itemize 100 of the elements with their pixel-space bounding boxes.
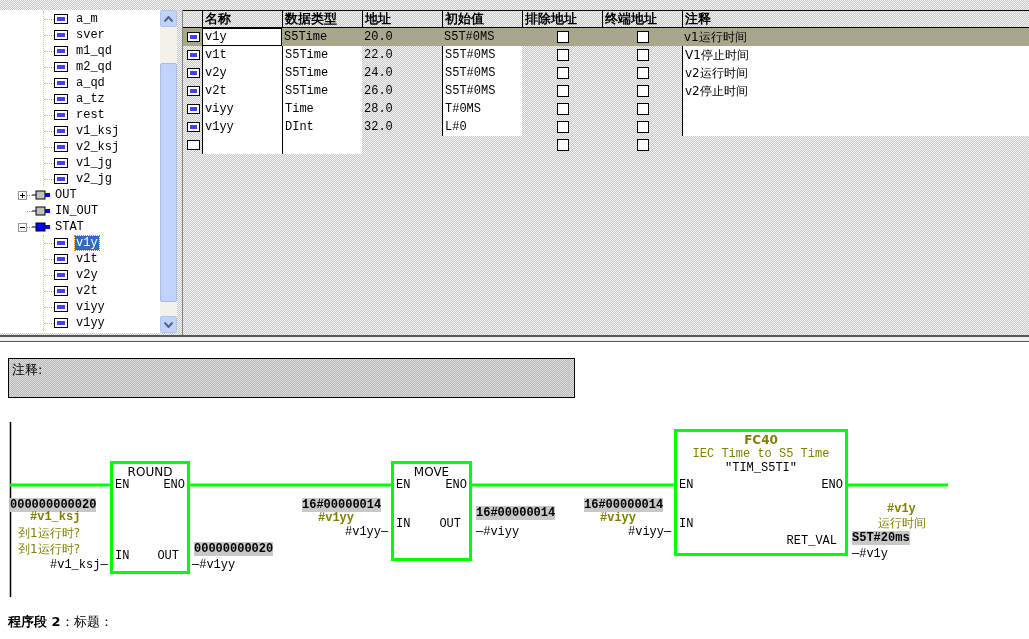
expander-icon[interactable]	[18, 222, 27, 232]
table-cell: S5Time	[285, 84, 329, 98]
tree-item[interactable]: v1t	[75, 252, 99, 266]
column-header[interactable]: 地址	[362, 11, 442, 27]
comment-box[interactable]: 注释:	[8, 358, 575, 398]
checkbox[interactable]	[557, 49, 569, 61]
checkbox[interactable]	[637, 49, 649, 61]
checkbox[interactable]	[637, 103, 649, 115]
checkbox[interactable]	[637, 31, 649, 43]
block-number: FC40	[744, 433, 778, 447]
checkbox[interactable]	[557, 139, 569, 151]
table-cell: v1运行时间	[684, 28, 747, 46]
table-row[interactable]: v1y S5Time 20.0 S5T#0MS v1运行时间	[183, 28, 1029, 46]
splitter[interactable]	[0, 335, 1029, 342]
checkbox[interactable]	[557, 31, 569, 43]
symbol-label: #viyy	[600, 511, 636, 525]
tree-item[interactable]: OUT	[54, 188, 78, 202]
tree-item[interactable]: m1_qd	[75, 44, 113, 58]
checkbox[interactable]	[637, 85, 649, 97]
scroll-thumb[interactable]	[160, 63, 177, 302]
pin-label: RET_VAL	[786, 534, 837, 548]
table-cell: Time	[285, 102, 314, 116]
pin-label: OUT	[439, 517, 461, 531]
tree-item[interactable]: a_m	[75, 12, 99, 26]
column-header[interactable]: 名称	[202, 11, 282, 27]
comment-label: 刭1运行时?	[18, 542, 80, 556]
value-label: 16#00000014	[476, 506, 556, 520]
pin-label: ENO	[445, 478, 467, 492]
tree-item[interactable]: v2t	[75, 284, 99, 298]
table-cell: 24.0	[364, 66, 393, 80]
tree-item[interactable]: v1y	[75, 236, 99, 250]
pin-label: ENO	[821, 478, 843, 492]
column-header[interactable]: 注释	[682, 11, 1029, 27]
pin-label: IN	[396, 517, 411, 531]
block-description: IEC Time to S5 Time	[692, 447, 830, 461]
pin-label: EN	[679, 478, 694, 492]
tree-item[interactable]: v2_ksj	[75, 140, 121, 154]
checkbox[interactable]	[637, 67, 649, 79]
checkbox[interactable]	[557, 67, 569, 79]
table-cell: DInt	[285, 120, 314, 134]
pin-label: IN	[115, 549, 130, 563]
function-block[interactable]: MOVE EN ENO IN OUT	[391, 461, 472, 561]
variable-icon	[54, 318, 68, 328]
variable-icon	[54, 238, 68, 248]
checkbox[interactable]	[557, 103, 569, 115]
tree-item[interactable]: v2_jg	[75, 172, 113, 186]
function-block[interactable]: FC40 IEC Time to S5 Time ″TIM_S5TI″ EN ENO IN RET_VAL	[674, 429, 848, 556]
variable-icon	[54, 126, 68, 136]
checkbox[interactable]	[637, 139, 649, 151]
tree-item[interactable]: STAT	[54, 220, 85, 234]
tree-item[interactable]: rest	[75, 108, 106, 122]
table-row[interactable]: v2y S5Time 24.0 S5T#0MS v2运行时间	[183, 64, 1029, 82]
tree-item[interactable]: IN_OUT	[54, 204, 100, 218]
operand-label: —#viyy	[476, 525, 520, 539]
column-header[interactable]: 排除地址	[522, 11, 602, 27]
variable-icon	[187, 86, 200, 96]
column-header[interactable]: 终端地址	[602, 11, 682, 27]
block-icon	[32, 206, 50, 216]
table-row[interactable]: v2t S5Time 26.0 S5T#0MS v2停止时间	[183, 82, 1029, 100]
network-title: 程序段 2：标题：	[8, 613, 113, 631]
tree-item[interactable]: a_qd	[75, 76, 106, 90]
table-cell: L#0	[445, 120, 467, 134]
table-cell: T#0MS	[445, 102, 481, 116]
checkbox[interactable]	[557, 121, 569, 133]
table-row[interactable]: viyy Time 28.0 T#0MS	[183, 100, 1029, 118]
tree-item[interactable]: viyy	[75, 300, 106, 314]
comment-label: 注释:	[12, 362, 43, 377]
checkbox[interactable]	[557, 85, 569, 97]
function-block[interactable]: ROUND EN ENO IN OUT	[110, 461, 190, 574]
comment-label: 刭1运行时?	[18, 526, 80, 540]
table-cell: S5Time	[284, 30, 328, 44]
tree-item[interactable]: v1yy	[75, 316, 106, 330]
table-row[interactable]: v1yy DInt 32.0 L#0	[183, 118, 1029, 136]
tree-item[interactable]: a_tz	[75, 92, 106, 106]
scroll-down-button[interactable]	[160, 316, 177, 333]
column-header[interactable]: 初始值	[442, 11, 522, 27]
variable-icon	[54, 270, 68, 280]
column-header[interactable]: 数据类型	[282, 11, 362, 27]
variable-icon	[187, 104, 200, 114]
checkbox[interactable]	[637, 121, 649, 133]
symbol-label: #v1y	[887, 502, 916, 516]
block-title: MOVE	[413, 465, 450, 479]
pin-label: EN	[115, 478, 130, 492]
operand-label: #v1yy—	[345, 525, 389, 539]
variable-icon	[187, 68, 200, 78]
tree-item[interactable]: v2y	[75, 268, 99, 282]
tree-item[interactable]: v1_jg	[75, 156, 113, 170]
variable-icon	[54, 78, 68, 88]
tree-item[interactable]: v1_ksj	[75, 124, 121, 138]
block-icon	[32, 222, 50, 232]
expander-icon[interactable]	[18, 190, 27, 200]
scrollbar[interactable]	[160, 10, 177, 333]
table-row[interactable]: v1t S5Time 22.0 S5T#0MS V1停止时间	[183, 46, 1029, 64]
operand-label: #viyy—	[628, 525, 672, 539]
variable-icon	[54, 254, 68, 264]
pin-label: OUT	[157, 549, 179, 563]
tree-item[interactable]: sver	[75, 28, 106, 42]
scroll-up-button[interactable]	[160, 10, 177, 27]
variable-icon	[54, 142, 68, 152]
tree-item[interactable]: m2_qd	[75, 60, 113, 74]
